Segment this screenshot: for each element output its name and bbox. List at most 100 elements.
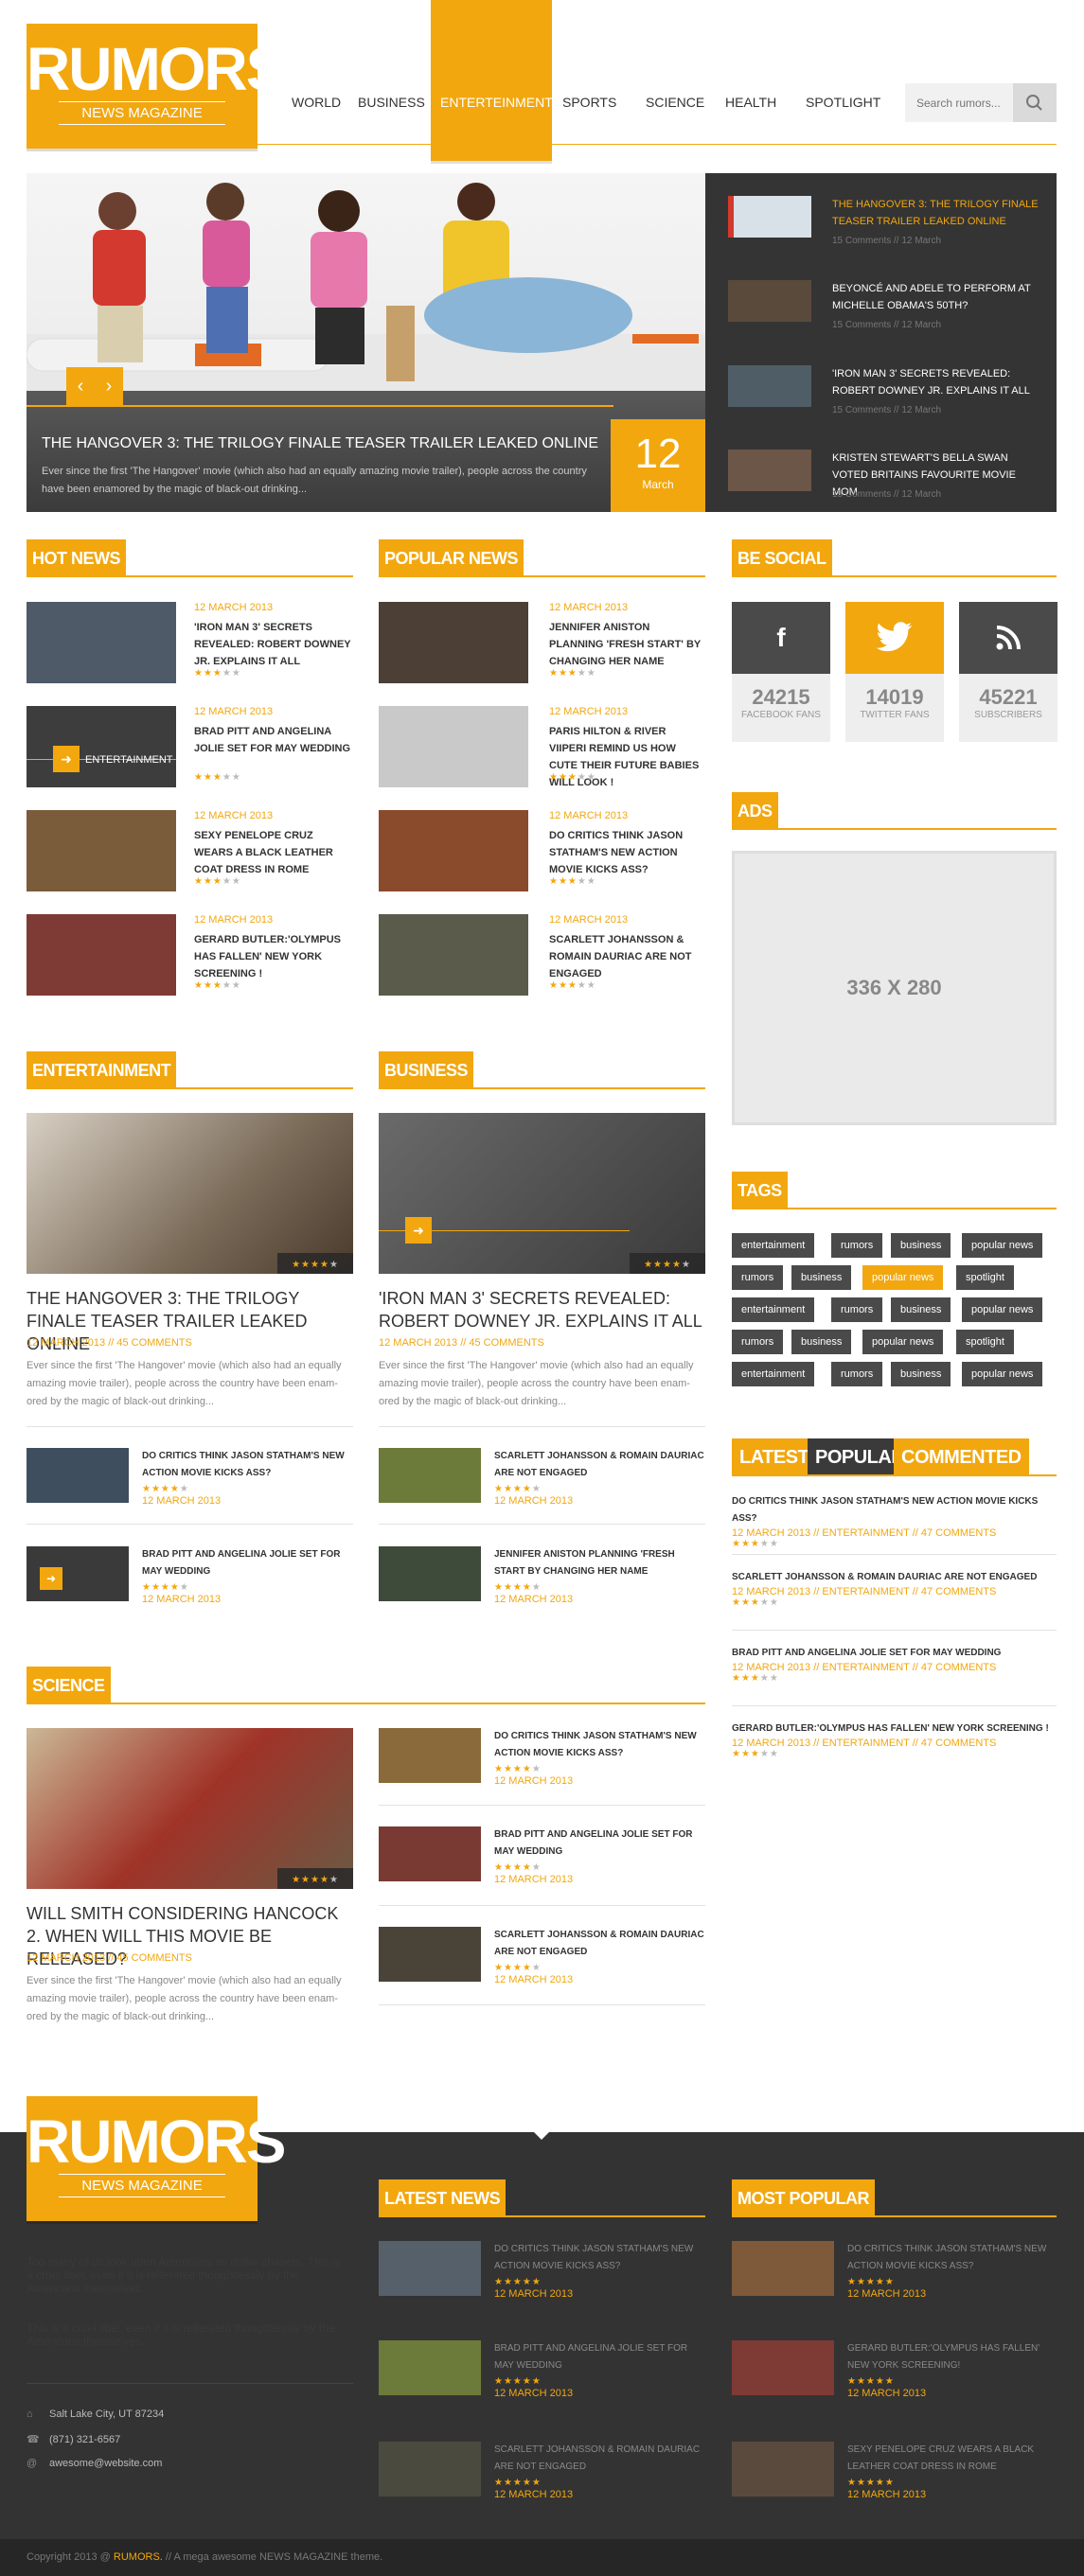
rating-stars: ★★★★★ <box>194 772 241 783</box>
slider-next-button[interactable]: › <box>95 367 123 405</box>
tab-list-item[interactable]: BRAD PITT AND ANGELINA JOLIE SET FOR MAY… <box>732 1645 1057 1702</box>
nav-world[interactable]: WORLD <box>292 95 341 110</box>
tag-rumors[interactable]: rumors <box>732 1265 784 1290</box>
thumbnail <box>379 2241 481 2296</box>
tag-business[interactable]: business <box>891 1233 951 1258</box>
science-list-item[interactable]: DO CRITICS THINK JASON STATHAM'S NEW ACT… <box>379 1728 705 1787</box>
footer-latest-item[interactable]: DO CRITICS THINK JASON STATHAM'S NEW ACT… <box>379 2241 705 2300</box>
tag-popular-news[interactable]: popular news <box>862 1330 944 1354</box>
site-logo[interactable]: RUMORS NEWS MAGAZINE <box>27 24 286 149</box>
popular-news-item[interactable]: 12 MARCH 2013 DO CRITICS THINK JASON STA… <box>379 810 705 891</box>
ad-placeholder[interactable]: 336 X 280 <box>732 851 1057 1125</box>
feature-rating: ★★★★★ <box>630 1253 705 1274</box>
entertainment-list-item[interactable]: DO CRITICS THINK JASON STATHAM'S NEW ACT… <box>27 1448 353 1507</box>
nav-entertainment[interactable]: ENTERTEINMENT <box>440 95 553 110</box>
nav-science[interactable]: SCIENCE <box>646 95 704 110</box>
tag-popular-news[interactable]: popular news <box>962 1362 1043 1386</box>
tag-business[interactable]: business <box>791 1265 852 1290</box>
tag-rumors[interactable]: rumors <box>831 1233 883 1258</box>
popular-news-item[interactable]: 12 MARCH 2013 JENNIFER ANISTON PLANNING … <box>379 602 705 683</box>
popular-news-item[interactable]: 12 MARCH 2013 PARIS HILTON & RIVER VIIPE… <box>379 706 705 788</box>
footer-popular-item[interactable]: SEXY PENELOPE CRUZ WEARS A BLACK LEATHER… <box>732 2442 1057 2500</box>
hot-news-item[interactable]: 12 MARCH 2013 GERARD BUTLER:'OLYMPUS HAS… <box>27 914 353 996</box>
tag-rumors[interactable]: rumors <box>732 1330 784 1354</box>
business-list-item[interactable]: JENNIFER ANISTON PLANNING 'FRESH START B… <box>379 1546 705 1605</box>
business-feature-title[interactable]: 'IRON MAN 3' SECRETS REVEALED: ROBERT DO… <box>379 1287 705 1332</box>
tag-rumors[interactable]: rumors <box>831 1297 883 1322</box>
hot-news-item[interactable]: ➜ ENTERTAINMENT 12 MARCH 2013 BRAD PITT … <box>27 706 353 787</box>
tab-commented[interactable]: COMMENTED <box>894 1438 1029 1476</box>
tab-list-item[interactable]: DO CRITICS THINK JASON STATHAM'S NEW ACT… <box>732 1493 1057 1550</box>
item-title: BRAD PITT AND ANGELINA JOLIE SET FOR MAY… <box>732 1648 1002 1658</box>
entertainment-list-item[interactable]: ➜ BRAD PITT AND ANGELINA JOLIE SET FOR M… <box>27 1546 353 1605</box>
tag-entertainment[interactable]: entertainment <box>732 1362 815 1386</box>
nav-health[interactable]: HEALTH <box>725 95 776 110</box>
nav-business[interactable]: BUSINESS <box>358 95 425 110</box>
tag-rumors[interactable]: rumors <box>831 1362 883 1386</box>
tag-business[interactable]: business <box>891 1362 951 1386</box>
tab-list-item[interactable]: SCARLETT JOHANSSON & ROMAIN DAURIAC ARE … <box>732 1569 1057 1626</box>
rating-stars: ★★★★★ <box>494 2376 542 2387</box>
slider-list-item[interactable]: THE HANGOVER 3: THE TRILOGY FINALE TEASE… <box>728 196 1040 262</box>
thumbnail <box>379 1927 481 1982</box>
footer-popular-item[interactable]: DO CRITICS THINK JASON STATHAM'S NEW ACT… <box>732 2241 1057 2300</box>
rating-stars: ★★★★★ <box>847 2376 895 2387</box>
item-date: 12 MARCH 2013 <box>494 1495 574 1507</box>
thumbnail <box>732 2340 834 2395</box>
rating-stars: ★★★★★ <box>732 1597 779 1608</box>
item-date: 12 MARCH 2013 <box>494 2288 574 2300</box>
slider-prev-button[interactable]: ‹ <box>66 367 95 405</box>
footer-popular-item[interactable]: GERARD BUTLER:'OLYMPUS HAS FALLEN' NEW Y… <box>732 2340 1057 2399</box>
rating-stars: ★★★★★ <box>732 1673 779 1684</box>
entertainment-feature-meta: 12 MARCH 2013 // 45 COMMENTS <box>27 1337 192 1349</box>
tag-entertainment[interactable]: entertainment <box>732 1233 815 1258</box>
logo-text: RUMORS <box>27 2108 286 2176</box>
search-button[interactable] <box>1013 83 1057 122</box>
tag-spotlight[interactable]: spotlight <box>956 1330 1014 1354</box>
slider-list-item[interactable]: BEYONCÉ AND ADELE TO PERFORM AT MICHELLE… <box>728 280 1040 346</box>
tag-popular-news[interactable]: popular news <box>962 1297 1043 1322</box>
twitter-widget[interactable]: 14019 TWITTER FANS <box>845 602 944 742</box>
tab-latest[interactable]: LATEST <box>732 1438 817 1476</box>
hero-slider[interactable]: ‹ › THE HANGOVER 3: THE TRILOGY FINALE T… <box>27 173 705 512</box>
item-date: 12 MARCH 2013 <box>494 1974 574 1985</box>
item-title: SCARLETT JOHANSSON & ROMAIN DAURIAC ARE … <box>494 2444 701 2472</box>
nav-sports[interactable]: SPORTS <box>562 95 616 110</box>
ads-header: ADS <box>732 792 1057 830</box>
tag-popular-news[interactable]: popular news <box>862 1265 944 1290</box>
divider <box>732 1630 1057 1631</box>
search-input[interactable] <box>905 83 1011 122</box>
hero-title[interactable]: THE HANGOVER 3: THE TRILOGY FINALE TEASE… <box>42 435 610 452</box>
science-feature-image[interactable]: ★★★★★ <box>27 1728 353 1889</box>
footer-latest-item[interactable]: BRAD PITT AND ANGELINA JOLIE SET FOR MAY… <box>379 2340 705 2399</box>
business-feature-image[interactable]: ➜ ★★★★★ <box>379 1113 705 1274</box>
slider-list-item[interactable]: KRISTEN STEWART'S BELLA SWAN VOTED BRITA… <box>728 450 1040 506</box>
contact-email: awesome@website.com <box>49 2458 163 2469</box>
science-list-item[interactable]: SCARLETT JOHANSSON & ROMAIN DAURIAC ARE … <box>379 1927 705 1985</box>
tag-entertainment[interactable]: entertainment <box>732 1297 815 1322</box>
rss-widget[interactable]: 45221 SUBSCRIBERS <box>959 602 1057 742</box>
header-divider <box>27 144 1057 145</box>
business-list-item[interactable]: SCARLETT JOHANSSON & ROMAIN DAURIAC ARE … <box>379 1448 705 1507</box>
slider-list-item[interactable]: 'IRON MAN 3' SECRETS REVEALED: ROBERT DO… <box>728 365 1040 432</box>
hot-news-item[interactable]: 12 MARCH 2013 'IRON MAN 3' SECRETS REVEA… <box>27 602 353 683</box>
footer-logo[interactable]: RUMORS NEWS MAGAZINE <box>27 2096 286 2221</box>
contact-email-row[interactable]: @ awesome@website.com <box>27 2458 353 2482</box>
hot-news-item[interactable]: 12 MARCH 2013 SEXY PENELOPE CRUZ WEARS A… <box>27 810 353 891</box>
item-date: 12 MARCH 2013 <box>549 602 629 613</box>
tab-list-item[interactable]: GERARD BUTLER:'OLYMPUS HAS FALLEN' NEW Y… <box>732 1720 1057 1777</box>
copyright-suffix: // A mega awesome NEWS MAGAZINE theme. <box>165 2551 383 2563</box>
facebook-widget[interactable]: f 24215 FACEBOOK FANS <box>732 602 830 742</box>
science-list-item[interactable]: BRAD PITT AND ANGELINA JOLIE SET FOR MAY… <box>379 1826 705 1885</box>
tag-popular-news[interactable]: popular news <box>962 1233 1043 1258</box>
tag-business[interactable]: business <box>891 1297 951 1322</box>
nav-spotlight[interactable]: SPOTLIGHT <box>806 95 880 110</box>
footer-latest-heading: LATEST NEWS <box>379 2179 506 2217</box>
entertainment-feature-image[interactable]: ★★★★★ <box>27 1113 353 1274</box>
footer-latest-item[interactable]: SCARLETT JOHANSSON & ROMAIN DAURIAC ARE … <box>379 2442 705 2500</box>
hero-date-day: 12 <box>634 431 682 477</box>
tag-spotlight[interactable]: spotlight <box>956 1265 1014 1290</box>
popular-news-item[interactable]: 12 MARCH 2013 SCARLETT JOHANSSON & ROMAI… <box>379 914 705 996</box>
copyright-brand-link[interactable]: RUMORS. <box>114 2551 163 2563</box>
tag-business[interactable]: business <box>791 1330 852 1354</box>
